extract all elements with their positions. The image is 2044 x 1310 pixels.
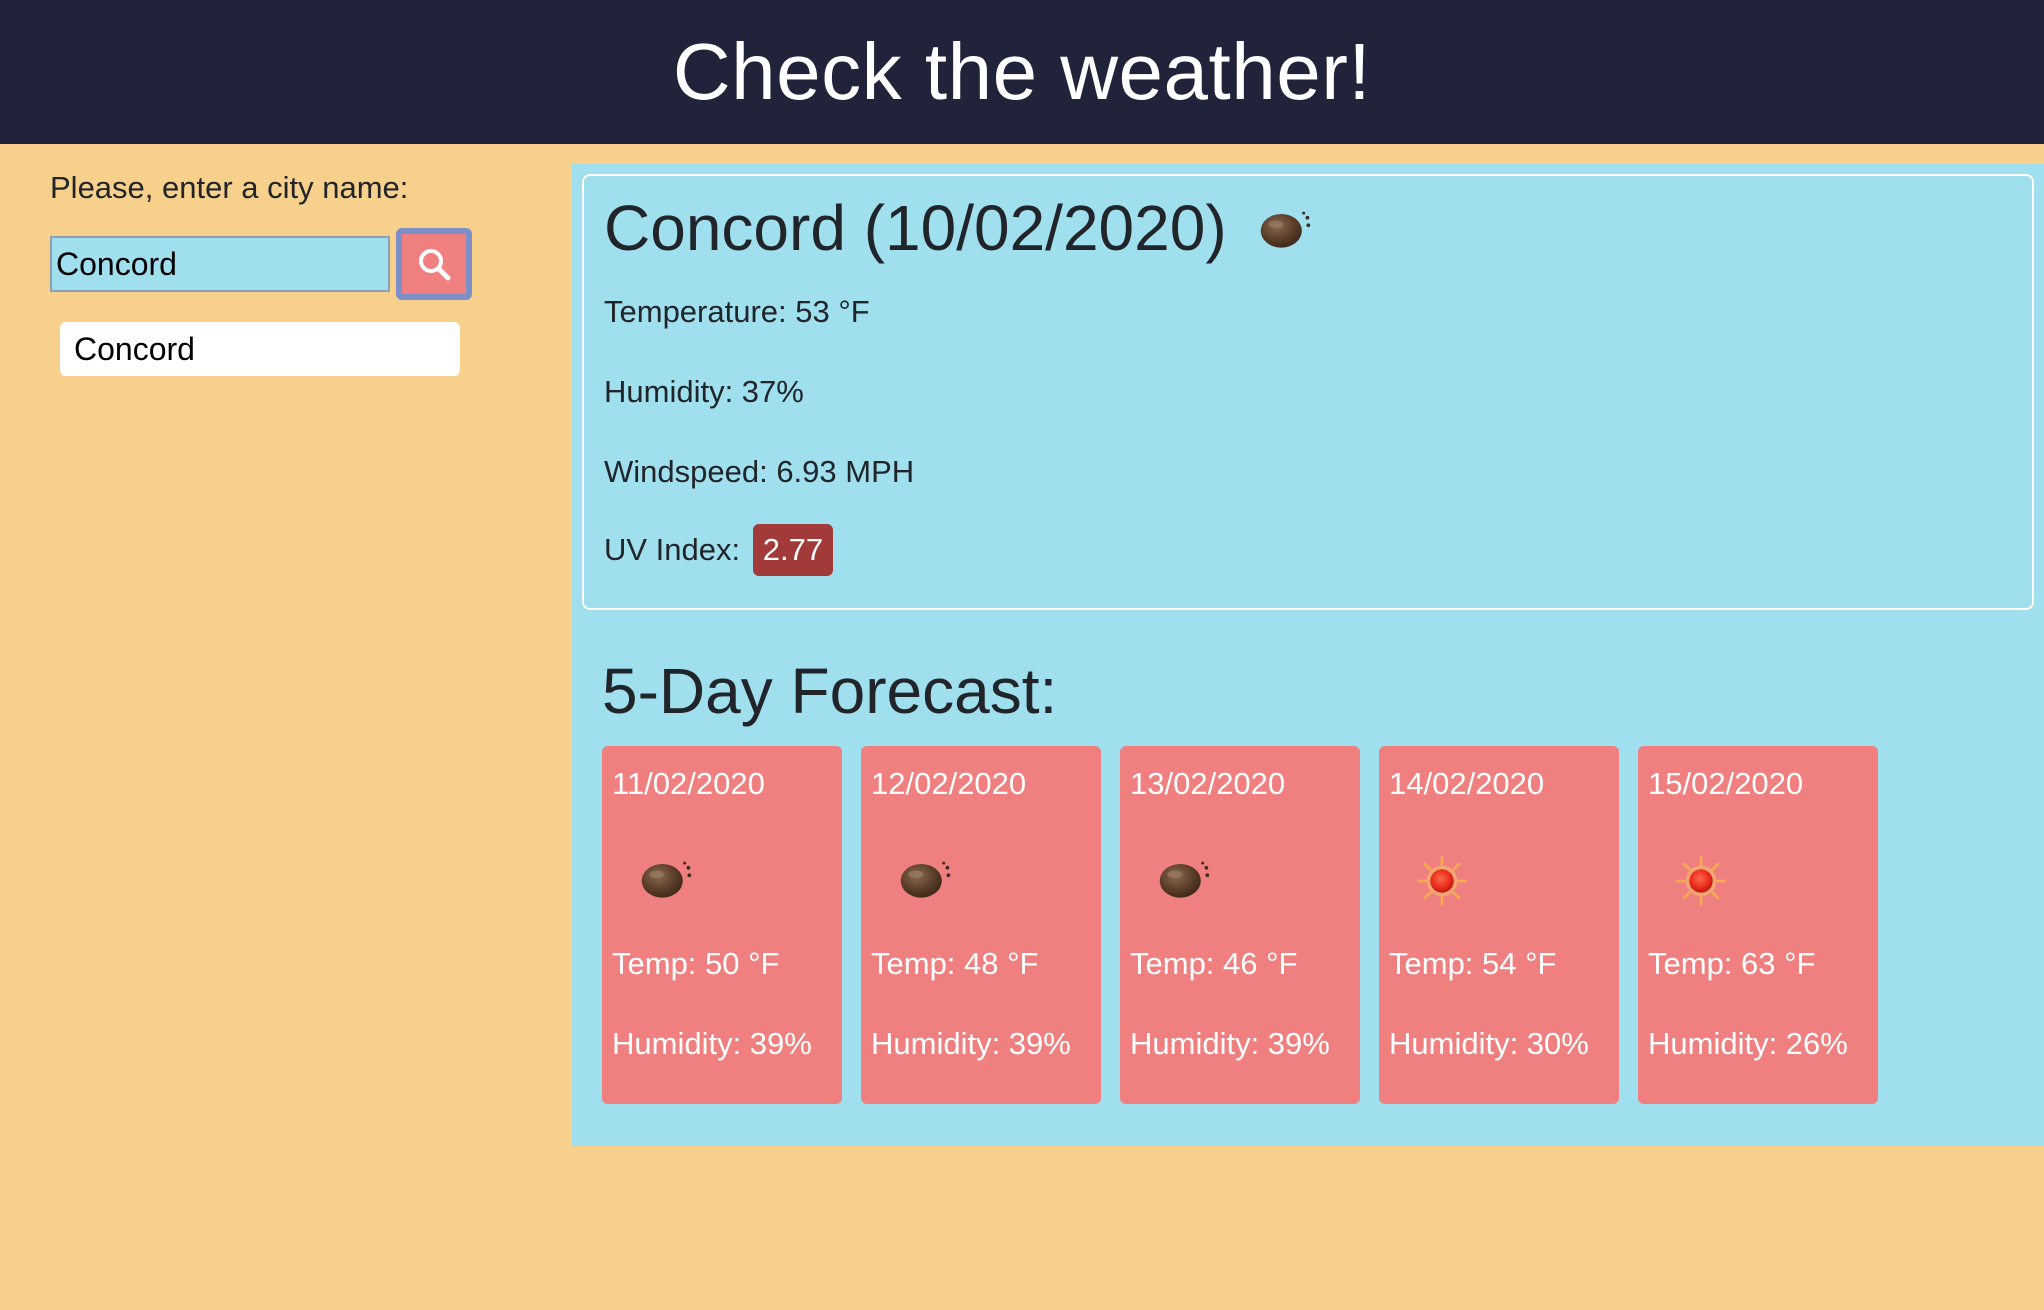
- forecast-date: 11/02/2020: [612, 766, 765, 801]
- current-humidity: Humidity: 37%: [604, 374, 804, 409]
- search-prompt: Please, enter a city name:: [50, 170, 409, 205]
- current-temperature: Temperature: 53 °F: [604, 294, 870, 329]
- forecast-temp: Temp: 63 °F: [1648, 946, 1816, 981]
- sun-icon: [1674, 854, 1728, 908]
- forecast-temp: Temp: 50 °F: [612, 946, 780, 981]
- current-uv-row: UV Index: 2.77: [604, 524, 834, 576]
- uv-badge: 2.77: [752, 524, 834, 576]
- search-history: Concord: [50, 322, 530, 376]
- search-row: [50, 228, 530, 300]
- forecast-humidity: Humidity: 39%: [871, 1026, 1071, 1061]
- forecast-temp: Temp: 46 °F: [1130, 946, 1298, 981]
- forecast-humidity: Humidity: 39%: [612, 1026, 812, 1061]
- history-item[interactable]: Concord: [60, 322, 460, 376]
- city-date-heading: Concord (10/02/2020): [604, 192, 1227, 264]
- forecast-card: 11/02/2020 Temp: 50 °F Humidity: 39%: [602, 746, 842, 1104]
- forecast-card: 13/02/2020 Temp: 46 °F Humidity: 39%: [1120, 746, 1360, 1104]
- city-search-input[interactable]: [50, 236, 390, 292]
- sidebar: Please, enter a city name: Concord: [50, 170, 530, 376]
- forecast-humidity: Humidity: 30%: [1389, 1026, 1589, 1061]
- current-weather-card: Concord (10/02/2020) Temperature: 53 °F …: [582, 174, 2034, 610]
- forecast-card: 14/02/2020 Temp: 54 °F Humidity: 30%: [1379, 746, 1619, 1104]
- forecast-date: 13/02/2020: [1130, 766, 1286, 801]
- sun-icon: [1415, 854, 1469, 908]
- forecast-temp: Temp: 48 °F: [871, 946, 1039, 981]
- forecast-temp: Temp: 54 °F: [1389, 946, 1557, 981]
- current-windspeed: Windspeed: 6.93 MPH: [604, 454, 915, 489]
- search-button[interactable]: [396, 228, 472, 300]
- forecast-card: 12/02/2020 Temp: 48 °F Humidity: 39%: [861, 746, 1101, 1104]
- cloud-icon: [1257, 204, 1313, 252]
- app-header: Check the weather!: [0, 0, 2044, 144]
- forecast-title: 5-Day Forecast:: [602, 655, 1058, 727]
- uv-label: UV Index:: [604, 532, 741, 567]
- weather-panel: Concord (10/02/2020) Temperature: 53 °F …: [572, 164, 2044, 1146]
- forecast-date: 12/02/2020: [871, 766, 1027, 801]
- forecast-humidity: Humidity: 39%: [1130, 1026, 1330, 1061]
- cloud-icon: [897, 854, 953, 902]
- forecast-cards: 11/02/2020 Temp: 50 °F Humidity: 39% 12/02/…: [602, 746, 1897, 1104]
- cloud-icon: [1156, 854, 1212, 902]
- search-icon: [419, 249, 451, 281]
- page-title: Check the weather!: [672, 27, 1372, 116]
- cloud-icon: [638, 854, 694, 902]
- forecast-humidity: Humidity: 26%: [1648, 1026, 1848, 1061]
- forecast-date: 14/02/2020: [1389, 766, 1545, 801]
- forecast-date: 15/02/2020: [1648, 766, 1804, 801]
- current-heading: Concord (10/02/2020): [604, 188, 2012, 268]
- forecast-card: 15/02/2020 Temp: 63 °F Humidity: 26%: [1638, 746, 1878, 1104]
